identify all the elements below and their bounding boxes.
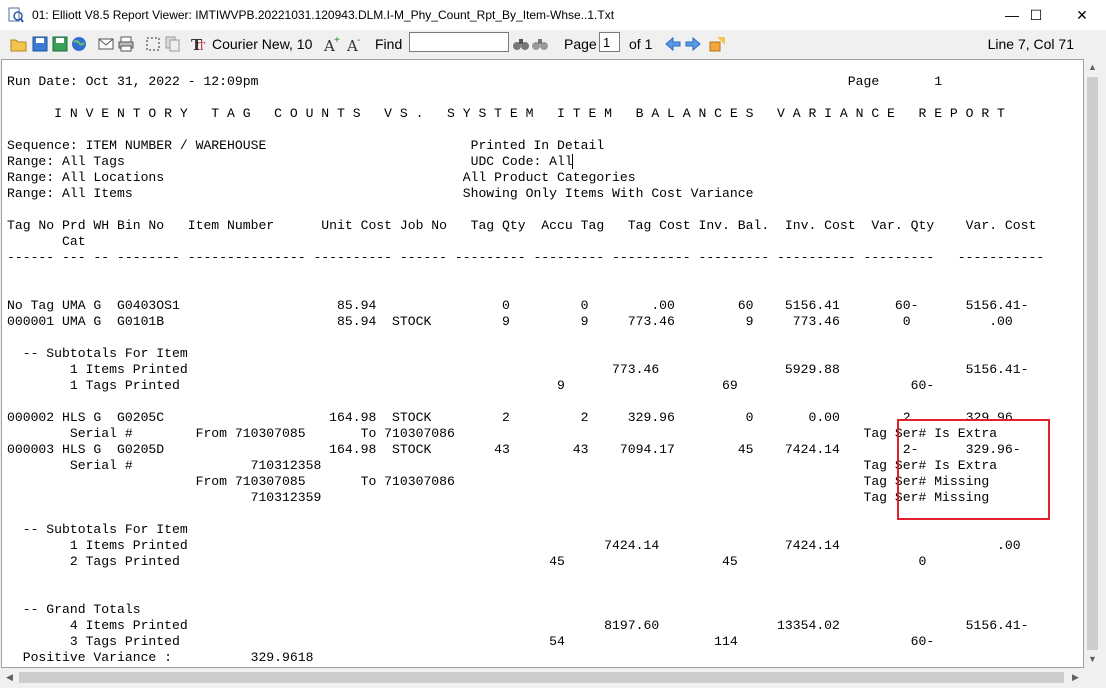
svg-text:+: + <box>334 35 340 46</box>
report-line: 2 Tags Printed 45 45 0 <box>7 554 927 569</box>
zoom-out-icon[interactable]: A- <box>346 35 364 53</box>
report-line: Range: All Tags UDC Code: All <box>7 154 573 169</box>
svg-text:-: - <box>357 35 360 46</box>
font-icon[interactable]: TT <box>190 35 208 53</box>
scroll-right-icon[interactable]: ▶ <box>1067 669 1084 686</box>
report-line: 000001 UMA G G0101B 85.94 STOCK 9 9 773.… <box>7 314 1013 329</box>
page-label: Page <box>564 36 597 52</box>
binoculars-icon[interactable] <box>512 35 530 53</box>
report-line: Serial # 710312358 Tag Ser# Is Extra <box>7 458 998 473</box>
report-line: Sequence: ITEM NUMBER / WAREHOUSE Printe… <box>7 138 605 153</box>
report-line: 3 Tags Printed 54 114 60- <box>7 634 935 649</box>
font-label[interactable]: Courier New, 10 <box>212 36 312 52</box>
report-line: -- Subtotals For Item <box>7 346 188 361</box>
save-as-icon[interactable] <box>51 35 69 53</box>
cursor-position: Line 7, Col 71 <box>987 36 1074 52</box>
save-icon[interactable] <box>31 35 49 53</box>
find-input[interactable] <box>409 32 509 52</box>
vertical-scrollbar[interactable]: ▲ ▼ <box>1084 59 1101 668</box>
find-label: Find <box>375 36 403 52</box>
report-line: 4 Items Printed 8197.60 13354.02 5156.41… <box>7 618 1029 633</box>
scroll-up-icon[interactable]: ▲ <box>1084 59 1101 76</box>
maximize-button[interactable]: ☐ <box>1013 0 1059 30</box>
svg-text:T: T <box>198 40 206 53</box>
window-title: 01: Elliott V8.5 Report Viewer: IMTIWVPB… <box>32 8 615 22</box>
report-line: 1 Items Printed 7424.14 7424.14 .00 <box>7 538 1021 553</box>
export-icon[interactable] <box>709 35 727 53</box>
report-line: From 710307085 To 710307086 Tag Ser# Mis… <box>7 474 990 489</box>
text-cursor <box>572 154 573 169</box>
report-viewer: Run Date: Oct 31, 2022 - 12:09pm Page 1 … <box>0 59 1106 688</box>
report-line: 000002 HLS G G0205C 164.98 STOCK 2 2 329… <box>7 410 1013 425</box>
highlight-box <box>897 419 1050 520</box>
report-line: 1 Items Printed 773.46 5929.88 5156.41- <box>7 362 1029 377</box>
binoculars-next-icon[interactable] <box>531 35 549 53</box>
report-text: Run Date: Oct 31, 2022 - 12:09pm Page 1 … <box>7 74 1044 666</box>
select-icon[interactable] <box>144 35 162 53</box>
report-line: Range: All Locations All Product Categor… <box>7 170 636 185</box>
report-line: ------ --- -- -------- --------------- -… <box>7 250 1045 265</box>
report-line: 710312359 Tag Ser# Missing <box>7 490 990 505</box>
report-viewer-icon <box>8 7 24 23</box>
scroll-down-icon[interactable]: ▼ <box>1084 651 1101 668</box>
toolbar: TT Courier New, 10 A+ A- Find Page of 1 … <box>0 30 1106 58</box>
report-line: 000003 HLS G G0205D 164.98 STOCK 43 43 7… <box>7 442 1021 457</box>
copy-icon[interactable] <box>164 35 182 53</box>
back-arrow-icon[interactable] <box>664 35 682 53</box>
horizontal-scrollbar[interactable]: ◀ ▶ <box>1 669 1084 686</box>
report-line: Positive Variance : 329.9618 <box>7 650 314 665</box>
globe-icon[interactable] <box>70 35 88 53</box>
report-line: Tag No Prd WH Bin No Item Number Unit Co… <box>7 218 1037 233</box>
report-line: Cat <box>7 234 86 249</box>
title-bar: 01: Elliott V8.5 Report Viewer: IMTIWVPB… <box>0 0 1106 30</box>
page-count: of 1 <box>629 36 653 52</box>
report-document[interactable]: Run Date: Oct 31, 2022 - 12:09pm Page 1 … <box>1 59 1084 668</box>
page-input[interactable] <box>599 32 620 52</box>
report-line: 1 Tags Printed 9 69 60- <box>7 378 935 393</box>
report-line: Serial # From 710307085 To 710307086 Tag… <box>7 426 998 441</box>
report-line: -- Grand Totals <box>7 602 141 617</box>
close-button[interactable]: ✕ <box>1059 0 1105 30</box>
horizontal-scroll-thumb[interactable] <box>19 672 1064 683</box>
report-line: Run Date: Oct 31, 2022 - 12:09pm Page 1 <box>7 74 943 89</box>
report-line: -- Subtotals For Item <box>7 522 188 537</box>
email-icon[interactable] <box>97 35 115 53</box>
vertical-scroll-thumb[interactable] <box>1087 77 1098 650</box>
open-folder-icon[interactable] <box>10 35 28 53</box>
report-line: Range: All Items Showing Only Items With… <box>7 186 754 201</box>
scroll-left-icon[interactable]: ◀ <box>1 669 18 686</box>
zoom-in-icon[interactable]: A + <box>323 35 341 53</box>
report-line: I N V E N T O R Y T A G C O U N T S V S … <box>7 106 1005 121</box>
report-line: No Tag UMA G G0403OS1 85.94 0 0 .00 60 5… <box>7 298 1029 313</box>
forward-arrow-icon[interactable] <box>684 35 702 53</box>
print-icon[interactable] <box>117 35 135 53</box>
